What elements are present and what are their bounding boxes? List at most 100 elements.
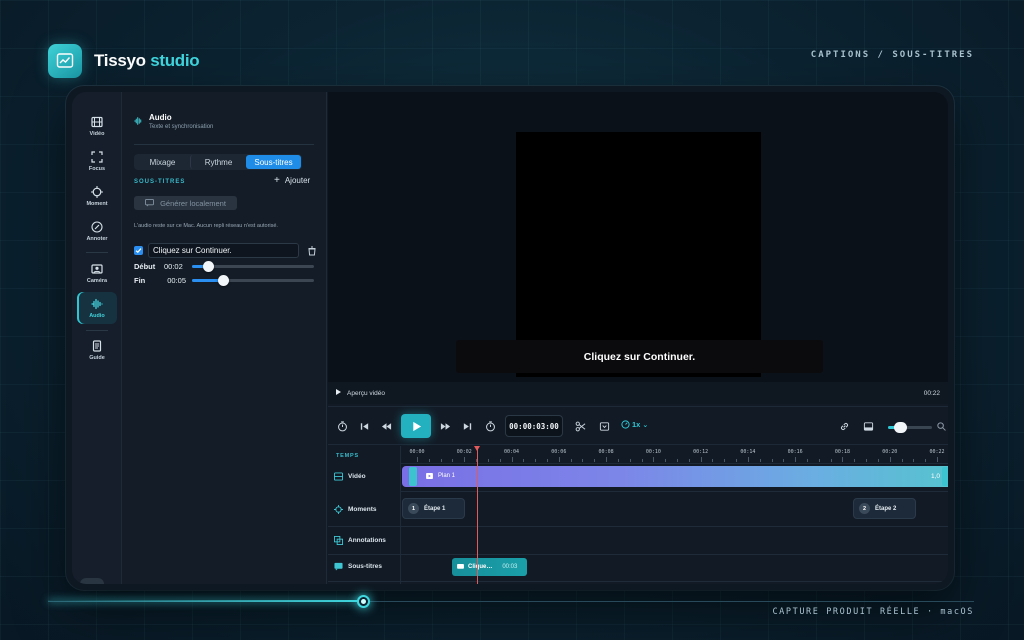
video-clip-speed: 1,0: [930, 473, 940, 480]
ruler-tick: [913, 459, 915, 462]
chevron-down-icon: ⌄: [642, 421, 649, 429]
frame-button[interactable]: [598, 420, 610, 432]
caption-icon: [457, 564, 464, 569]
caption-checkbox[interactable]: [134, 246, 143, 255]
caption-text-field[interactable]: Cliquez sur Continuer.: [148, 243, 299, 258]
slide-progress-fill: [48, 600, 363, 602]
ruler-tick: [547, 459, 548, 462]
zoom-slider[interactable]: [888, 422, 932, 433]
clip-handle-left[interactable]: [409, 467, 417, 486]
tab-sous-titres[interactable]: Sous-titres: [246, 155, 301, 169]
split-button[interactable]: [574, 420, 586, 432]
add-caption-button[interactable]: + Ajouter: [274, 175, 310, 185]
play-button[interactable]: [401, 414, 431, 438]
timer-button[interactable]: [336, 420, 348, 432]
ruler-tick: [641, 459, 643, 462]
tool-rail: Vidéo Focus Moment Annoter Caméra Audio …: [72, 92, 122, 584]
speed-selector[interactable]: 1x ⌄: [621, 420, 648, 429]
rail-item-video[interactable]: Vidéo: [77, 110, 117, 142]
start-slider[interactable]: [192, 261, 314, 272]
ruler-tick-label: 00:18: [834, 449, 850, 455]
ruler-tick: [759, 459, 761, 462]
ruler-tick: [889, 457, 891, 462]
slide-progress: [48, 595, 974, 608]
rail-item-focus[interactable]: Focus: [77, 145, 117, 177]
ruler-tick-label: 00:08: [598, 449, 614, 455]
video-clip-name: Plan 1: [438, 473, 456, 479]
tab-rythme[interactable]: Rythme: [190, 155, 246, 169]
ruler-tick: [736, 459, 738, 462]
ruler-tick: [499, 459, 501, 462]
end-slider[interactable]: [192, 275, 314, 286]
brand-name-prefix: Tissyo: [94, 51, 146, 70]
skip-end-button[interactable]: [461, 420, 473, 432]
clip-handle-right[interactable]: [942, 467, 948, 486]
waveform-icon: [91, 298, 103, 309]
rail-divider: [86, 252, 108, 253]
preview-duration: 00:22: [923, 389, 940, 397]
audio-panel: Audio Texte et synchronisation Mixage Ry…: [122, 92, 327, 584]
start-value: 00:02: [164, 262, 183, 271]
moment-number: 1: [408, 503, 419, 514]
end-value: 00:05: [167, 276, 186, 285]
timeline: TEMPS Vidéo Moments Annotations Sous-tit…: [328, 446, 948, 584]
ruler-tick: [511, 457, 513, 462]
rail-label: Caméra: [86, 277, 108, 284]
rail-item-annotate[interactable]: Annoter: [77, 215, 117, 247]
play-small-icon: [336, 389, 341, 395]
caption-row: Cliquez sur Continuer.: [134, 243, 317, 258]
ruler-tick: [937, 457, 938, 462]
timeline-header-label: TEMPS: [336, 453, 359, 459]
ruler-tick: [417, 457, 418, 462]
moment-label: Étape 2: [875, 505, 897, 512]
fast-forward-button[interactable]: [439, 420, 451, 432]
ruler-tick: [771, 459, 773, 462]
ruler-tick: [629, 459, 631, 462]
ruler-tick: [606, 457, 608, 462]
subtitle-clip[interactable]: Clique… 00:03: [452, 558, 527, 576]
track-label-moments: Moments: [334, 505, 377, 514]
moment-marker[interactable]: 2 Étape 2: [853, 498, 916, 519]
ruler-tick: [712, 459, 714, 462]
track-label-video: Vidéo: [334, 472, 366, 481]
start-slider-row: Début 00:02: [134, 261, 314, 272]
skip-start-button[interactable]: [358, 420, 370, 432]
ruler-tick: [877, 459, 879, 462]
panel-header: Audio Texte et synchronisation: [134, 113, 213, 130]
rail-item-moment[interactable]: Moment: [77, 180, 117, 212]
rewind-button[interactable]: [380, 420, 392, 432]
skip-start-icon: [360, 422, 368, 430]
start-slider-thumb[interactable]: [202, 261, 214, 272]
playhead[interactable]: [474, 446, 480, 584]
ruler-tick: [688, 459, 690, 462]
timecode-display: 00:00:03:00: [505, 415, 563, 437]
film-icon: [334, 472, 343, 481]
time-ruler[interactable]: 00:00 00:02 00:04 00:06 00:08 00:10 00:12 00:14…: [401, 446, 948, 464]
ruler-tick: [795, 457, 797, 462]
end-slider-thumb[interactable]: [217, 275, 229, 286]
link-icon: [840, 422, 848, 430]
magnifier-icon: [936, 421, 946, 431]
rail-item-camera[interactable]: Caméra: [77, 257, 117, 289]
track-label-annotations: Annotations: [334, 536, 386, 545]
ruler-tick-label: 00:06: [551, 449, 567, 455]
video-clip[interactable]: Plan 1 1,0: [402, 466, 948, 487]
rail-item-guide[interactable]: Guide: [77, 334, 117, 366]
track-label-text: Moments: [348, 506, 377, 513]
rail-label: Audio: [89, 312, 105, 319]
zoom-slider-thumb[interactable]: [894, 422, 908, 433]
rail-item-audio[interactable]: Audio: [77, 292, 117, 324]
ruler-tick: [700, 457, 702, 462]
generate-locally-button[interactable]: Générer localement: [134, 196, 237, 210]
loop-timer-button[interactable]: [484, 420, 496, 432]
tab-mixage[interactable]: Mixage: [135, 155, 190, 169]
link-button[interactable]: [838, 420, 850, 432]
trash-icon[interactable]: [307, 246, 317, 256]
moment-marker[interactable]: 1 Étape 1: [402, 498, 465, 519]
preview-toggle[interactable]: Aperçu vidéo: [336, 389, 385, 397]
ruler-tick-label: 00:16: [787, 449, 803, 455]
panel-toggle-button[interactable]: [862, 420, 874, 432]
layers-icon: [334, 536, 343, 545]
ruler-tick: [866, 459, 868, 462]
zoom-button[interactable]: [935, 420, 947, 432]
